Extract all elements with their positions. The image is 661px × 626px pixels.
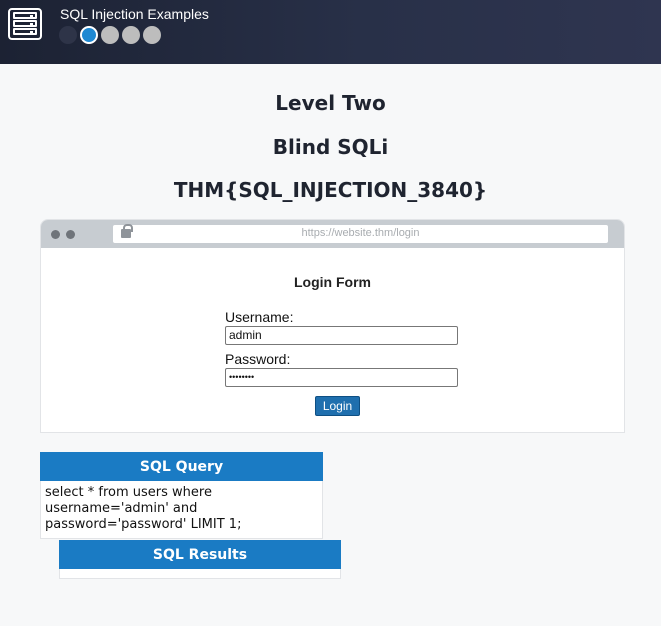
progress-step-1 [59, 26, 77, 44]
sql-query-line: username='admin' and [45, 501, 198, 516]
password-input[interactable]: •••••••• [225, 368, 458, 387]
app-title: SQL Injection Examples [60, 6, 209, 22]
progress-step-4 [122, 26, 140, 44]
window-dot-icon [66, 230, 75, 239]
password-label: Password: [225, 351, 291, 367]
flag-text: THM{SQL_INJECTION_3840} [173, 178, 488, 202]
login-button[interactable]: Login [315, 396, 360, 416]
sql-query-line: password='password' LIMIT 1; [45, 517, 242, 532]
window-dot-icon [51, 230, 60, 239]
progress-step-5 [143, 26, 161, 44]
server-rack-icon [8, 8, 42, 40]
challenge-subtitle: Blind SQLi [272, 135, 389, 159]
browser-mockup: https://website.thm/login Login Form Use… [40, 219, 625, 433]
sql-results-panel [59, 569, 341, 579]
progress-step-2 [80, 26, 98, 44]
username-label: Username: [225, 309, 294, 325]
sql-query-header: SQL Query [40, 452, 323, 481]
progress-step-3 [101, 26, 119, 44]
level-heading: Level Two [275, 91, 386, 115]
url-text: https://website.thm/login [301, 227, 420, 239]
login-form-title: Login Form [294, 274, 371, 290]
browser-toolbar: https://website.thm/login [41, 220, 624, 248]
address-bar[interactable]: https://website.thm/login [113, 224, 608, 243]
sql-results-header: SQL Results [59, 540, 341, 569]
username-input[interactable]: admin [225, 326, 458, 345]
sql-query-panel: select * from users where username='admi… [40, 481, 323, 539]
progress-steps [59, 26, 161, 46]
top-bar: SQL Injection Examples [0, 0, 661, 64]
sql-query-line: select * from users where [45, 485, 212, 500]
